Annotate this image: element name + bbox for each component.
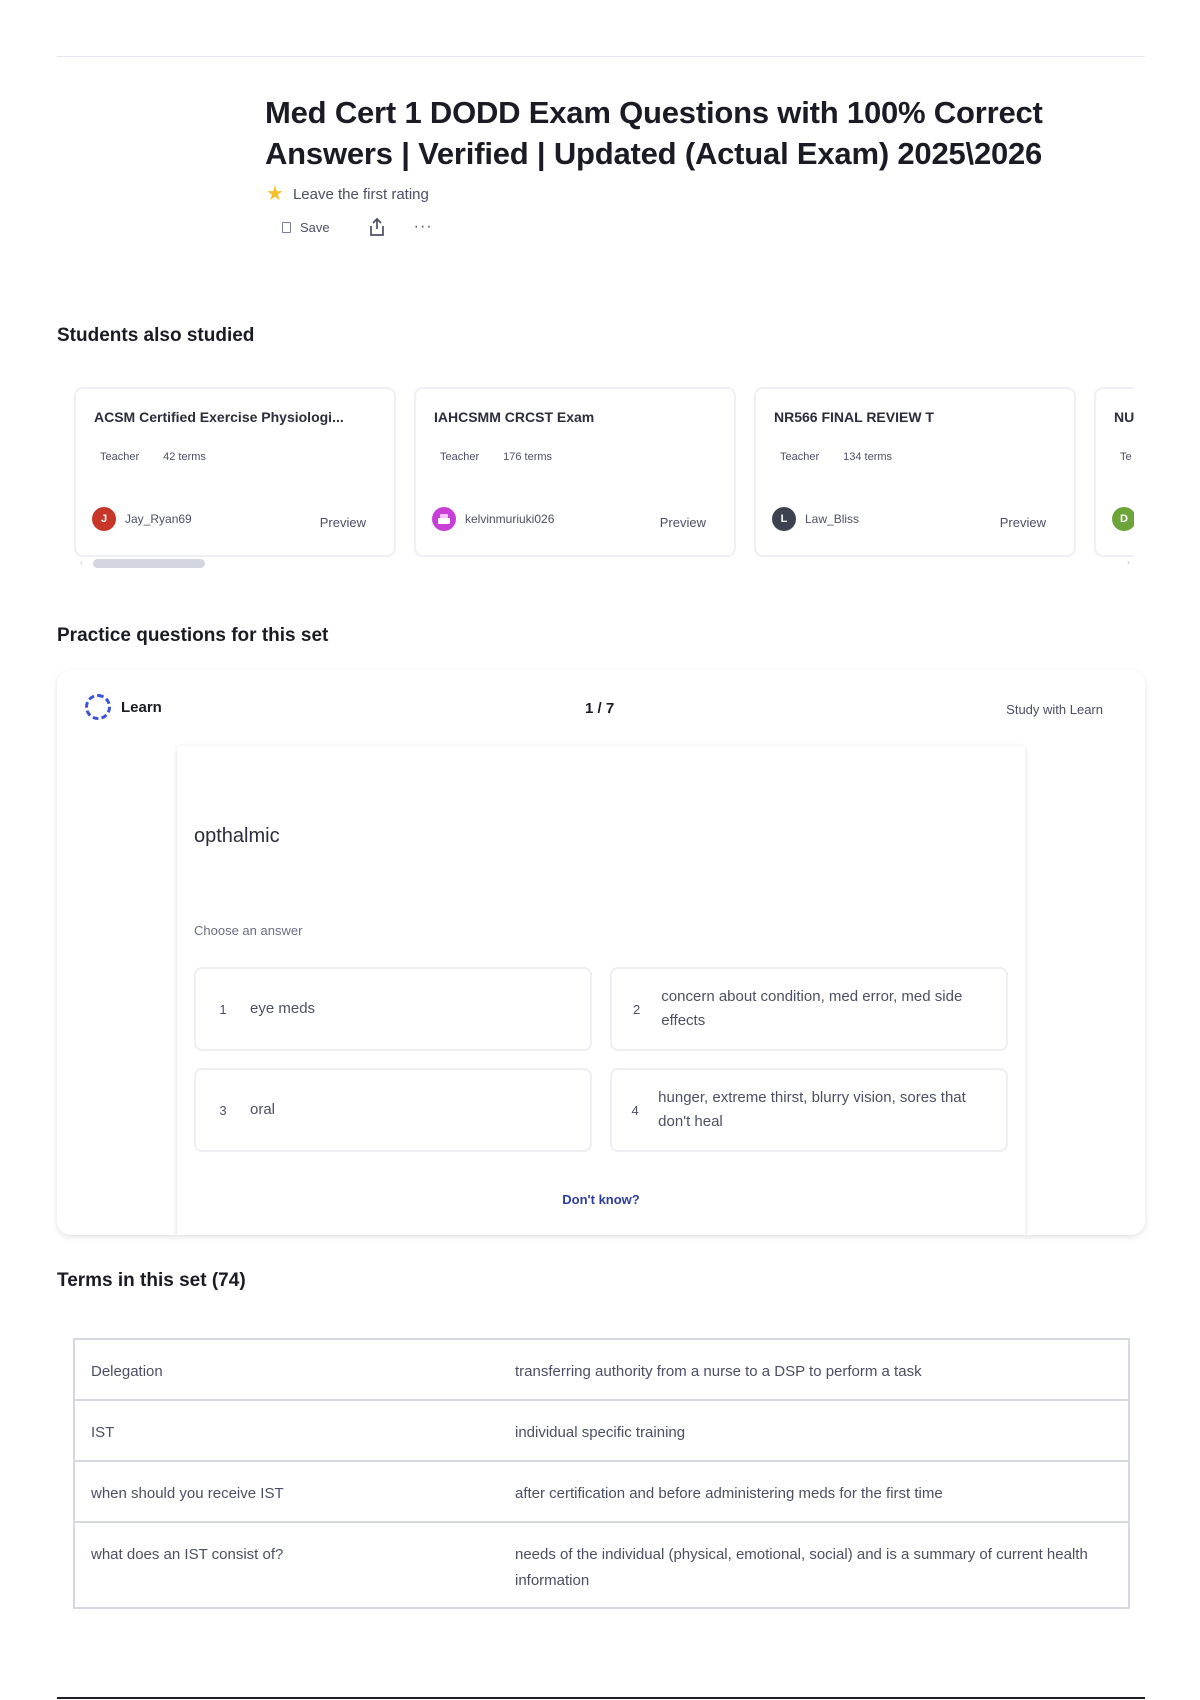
save-button[interactable]: Save <box>282 220 330 235</box>
rating-text[interactable]: Leave the first rating <box>293 186 429 203</box>
avatar: D <box>1112 507 1134 531</box>
preview-button[interactable]: Preview <box>320 515 366 530</box>
term-definition: transferring authority from a nurse to a… <box>515 1363 922 1380</box>
card-title: ACSM Certified Exercise Physiologi... <box>94 409 344 425</box>
answer-option[interactable]: 4 hunger, extreme thirst, blurry vision,… <box>610 1068 1008 1152</box>
card-term-count: 176 terms <box>503 451 553 463</box>
card-meta: Teacher 42 terms <box>100 451 206 463</box>
option-text: oral <box>250 1101 276 1118</box>
rating-row[interactable]: ★ Leave the first rating <box>266 184 429 204</box>
author-name: Jay_Ryan69 <box>125 512 192 526</box>
term-definition: needs of the individual (physical, emoti… <box>515 1546 1088 1589</box>
star-icon: ★ <box>266 183 284 205</box>
question-prompt: opthalmic <box>194 825 280 847</box>
term-word: Delegation <box>91 1363 163 1380</box>
learn-label: Learn <box>121 698 162 716</box>
author-name: Law_Bliss <box>805 512 860 526</box>
option-text: hunger, extreme thirst, blurry vision, s… <box>658 1089 966 1130</box>
more-options-button[interactable]: ··· <box>414 218 433 236</box>
study-set-card[interactable]: NR566 FINAL REVIEW T Teacher 134 terms L… <box>754 387 1076 557</box>
card-title: NU <box>1114 409 1134 425</box>
study-with-learn-link[interactable]: Study with Learn <box>1006 702 1103 717</box>
option-text: concern about condition, med error, med … <box>661 988 963 1029</box>
card-author[interactable]: kelvinmuriuki026 <box>432 507 554 531</box>
card-title: NR566 FINAL REVIEW T <box>774 409 934 425</box>
terms-table: Delegation transferring authority from a… <box>73 1338 1130 1609</box>
card-meta: Teacher 134 terms <box>780 451 892 463</box>
share-icon <box>369 217 384 236</box>
answer-option[interactable]: 2 concern about condition, med error, me… <box>610 967 1008 1051</box>
study-set-card[interactable]: IAHCSMM CRCST Exam Teacher 176 terms kel… <box>414 387 736 557</box>
practice-panel: Learn 1 / 7 Study with Learn opthalmic C… <box>57 670 1145 1235</box>
dont-know-button[interactable]: Don't know? <box>177 1192 1025 1207</box>
answer-option[interactable]: 1 eye meds <box>194 967 592 1051</box>
term-definition: after certification and before administe… <box>515 1485 943 1502</box>
card-title: IAHCSMM CRCST Exam <box>434 409 595 425</box>
students-also-studied-heading: Students also studied <box>57 325 255 346</box>
study-set-card[interactable]: ACSM Certified Exercise Physiologi... Te… <box>74 387 396 557</box>
term-row: IST individual specific training <box>75 1399 1128 1460</box>
term-word: IST <box>91 1424 115 1441</box>
author-name: kelvinmuriuki026 <box>465 512 555 526</box>
term-row: Delegation transferring authority from a… <box>75 1340 1128 1399</box>
bookmark-icon <box>282 221 291 233</box>
choose-answer-label: Choose an answer <box>194 923 303 938</box>
study-set-card-partial[interactable]: NU Te D <box>1094 387 1134 557</box>
share-button[interactable] <box>366 216 388 238</box>
preview-button[interactable]: Preview <box>660 515 706 530</box>
avatar <box>432 507 456 531</box>
carousel-scrollbar[interactable]: ‹ › <box>80 557 1130 568</box>
option-number: 1 <box>219 1001 227 1017</box>
card-term-count: 42 terms <box>163 451 206 463</box>
term-definition: individual specific training <box>515 1424 686 1441</box>
avatar: J <box>92 507 116 531</box>
option-number: 4 <box>631 1102 639 1118</box>
card-meta: Te <box>1120 451 1132 463</box>
card-author[interactable]: D <box>1112 507 1134 531</box>
study-set-carousel[interactable]: ACSM Certified Exercise Physiologi... Te… <box>74 387 1134 557</box>
card-author[interactable]: J Jay_Ryan69 <box>92 507 192 531</box>
terms-heading: Terms in this set (74) <box>57 1270 246 1291</box>
term-row: what does an IST consist of? needs of th… <box>75 1521 1128 1607</box>
learn-mode-label: Learn <box>85 694 162 720</box>
save-label: Save <box>300 219 330 235</box>
scroll-right-icon[interactable]: › <box>1127 557 1130 567</box>
avatar: L <box>772 507 796 531</box>
top-divider <box>57 56 1145 57</box>
learn-icon <box>85 694 111 720</box>
term-word: what does an IST consist of? <box>91 1546 284 1563</box>
option-text: eye meds <box>250 1000 316 1017</box>
option-number: 3 <box>219 1102 227 1118</box>
scrollbar-thumb[interactable] <box>93 559 205 568</box>
preview-button[interactable]: Preview <box>1000 515 1046 530</box>
question-card: opthalmic Choose an answer 1 eye meds 2 … <box>177 746 1025 1235</box>
card-role: Teacher <box>440 451 480 463</box>
set-title: Med Cert 1 DODD Exam Questions with 100%… <box>265 95 1043 171</box>
card-role: Te <box>1120 451 1132 463</box>
avatar-graphic-icon <box>438 514 450 524</box>
practice-questions-heading: Practice questions for this set <box>57 625 329 646</box>
card-role: Teacher <box>780 451 820 463</box>
term-word: when should you receive IST <box>91 1485 284 1502</box>
option-number: 2 <box>633 1001 641 1017</box>
card-meta: Teacher 176 terms <box>440 451 552 463</box>
term-row: when should you receive IST after certif… <box>75 1460 1128 1521</box>
bottom-divider <box>57 1697 1145 1699</box>
scroll-left-icon[interactable]: ‹ <box>80 557 83 567</box>
card-author[interactable]: L Law_Bliss <box>772 507 859 531</box>
card-role: Teacher <box>100 451 140 463</box>
set-actions: Save ··· <box>282 216 433 238</box>
answer-option[interactable]: 3 oral <box>194 1068 592 1152</box>
question-progress: 1 / 7 <box>585 700 615 717</box>
card-term-count: 134 terms <box>843 451 893 463</box>
